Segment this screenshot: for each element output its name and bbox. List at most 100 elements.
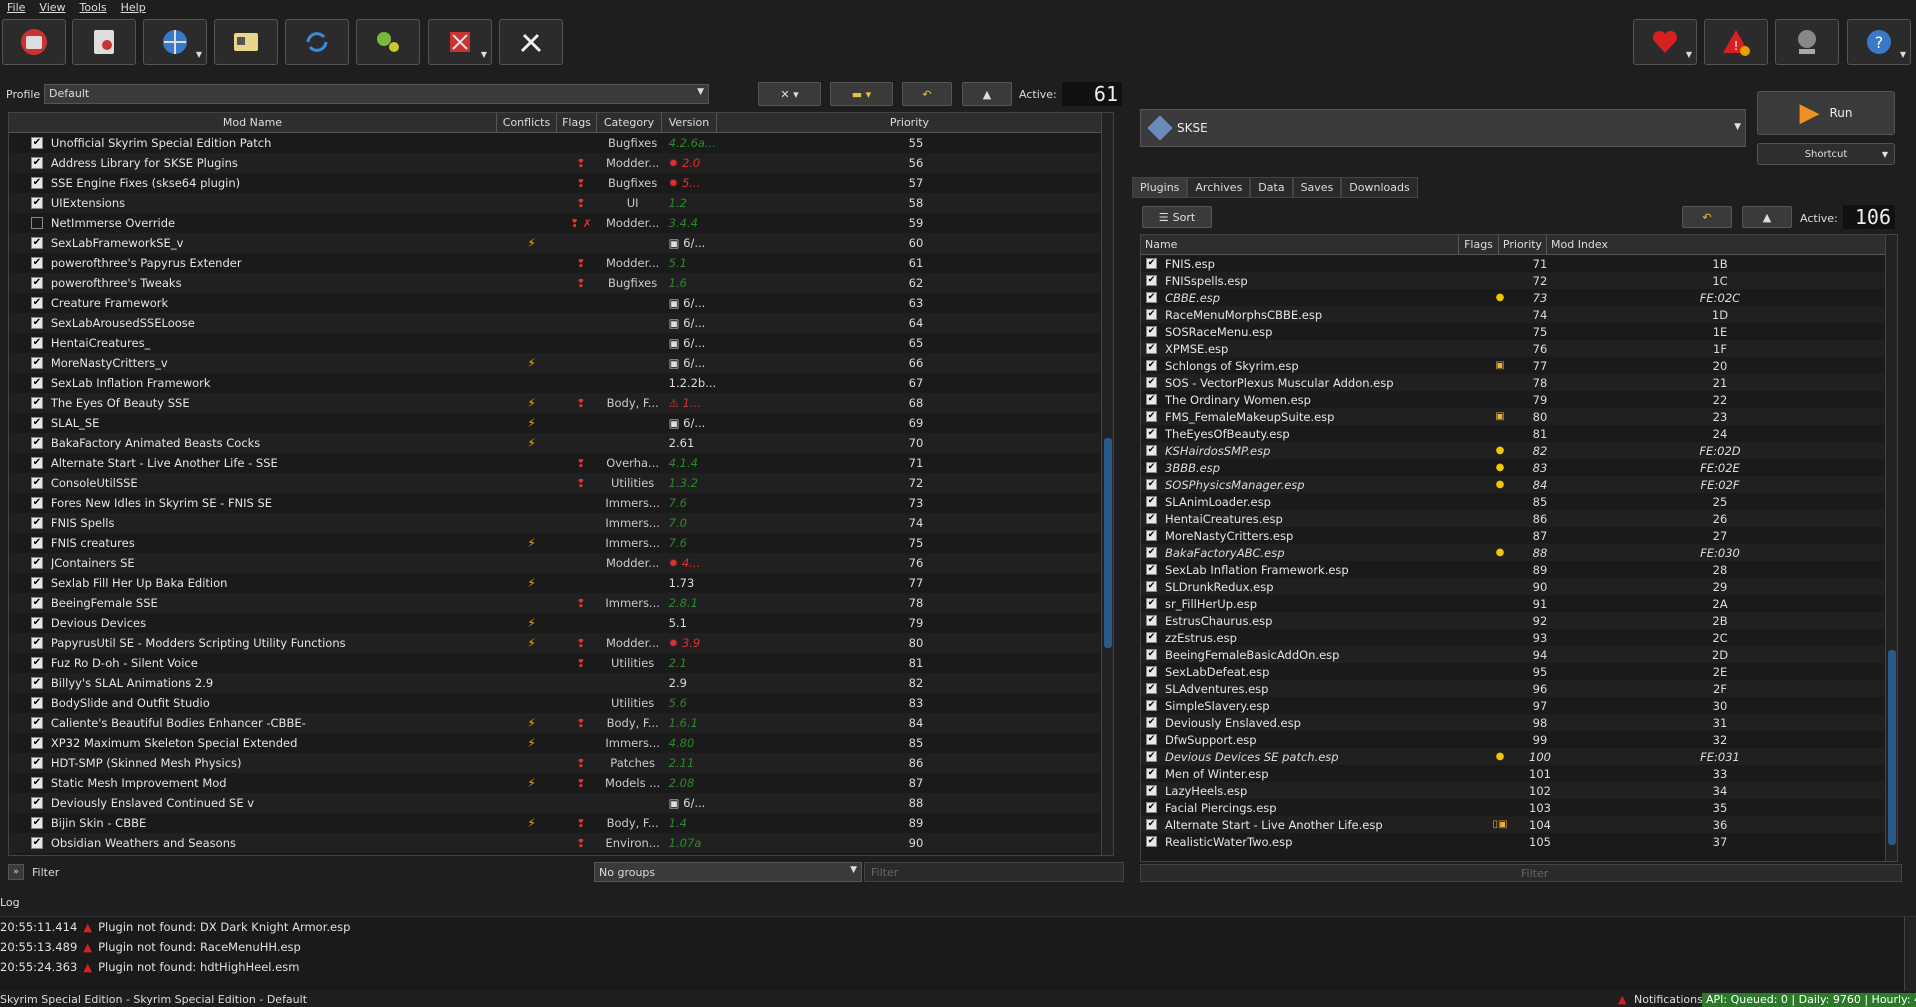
mod-row[interactable]: ✔ BodySlide and Outfit Studio Utilities 5.6… (9, 693, 1113, 713)
plugin-enabled-checkbox[interactable]: ✔ (1146, 598, 1157, 609)
mod-enabled-checkbox[interactable]: ✔ (31, 757, 43, 769)
executable-select[interactable]: SKSE ▼ (1140, 109, 1746, 147)
mod-row[interactable]: ✔ powerofthree's Tweaks ❢ Bugfixes 1.6 62 (9, 273, 1113, 293)
plugin-row[interactable]: ✔ Alternate Start - Live Another Life.esp… (1141, 816, 1897, 833)
run-button[interactable]: ▶ Run (1757, 91, 1895, 135)
plugin-row[interactable]: ✔ SLAnimLoader.esp 85 25 (1141, 493, 1897, 510)
plugin-enabled-checkbox[interactable]: ✔ (1146, 734, 1157, 745)
col-mod-name[interactable]: Mod Name (9, 113, 497, 132)
mod-row[interactable]: ✔ The Eyes Of Beauty SSE ⚡ ❢ Body, F... ⚠ 1..… (9, 393, 1113, 413)
mod-enabled-checkbox[interactable]: ✔ (31, 157, 43, 169)
mod-row[interactable]: ✔ HentaiCreatures_ ▣ 6/... 65 (9, 333, 1113, 353)
mod-enabled-checkbox[interactable]: ✔ (31, 637, 43, 649)
plugin-row[interactable]: ✔ RaceMenuMorphsCBBE.esp 74 1D (1141, 306, 1897, 323)
mod-enabled-checkbox[interactable]: ✔ (31, 537, 43, 549)
plugin-row[interactable]: ✔ The Ordinary Women.esp 79 22 (1141, 391, 1897, 408)
mod-row[interactable]: ✔ MoreNastyCritters_v ⚡ ▣ 6/... 66 (9, 353, 1113, 373)
col-flags[interactable]: Flags (557, 113, 597, 132)
mod-filter-input[interactable]: Filter (864, 862, 1124, 882)
plugin-row[interactable]: ✔ FNIS.esp 71 1B (1141, 255, 1897, 272)
mod-enabled-checkbox[interactable]: ✔ (31, 837, 43, 849)
plugin-row[interactable]: ✔ SLAdventures.esp 96 2F (1141, 680, 1897, 697)
plugin-enabled-checkbox[interactable]: ✔ (1146, 836, 1157, 847)
tab-saves[interactable]: Saves (1292, 177, 1342, 198)
plugin-enabled-checkbox[interactable]: ✔ (1146, 292, 1157, 303)
plugin-enabled-checkbox[interactable]: ✔ (1146, 479, 1157, 490)
plugin-enabled-checkbox[interactable]: ✔ (1146, 258, 1157, 269)
mod-row[interactable]: ✔ Billyy's SLAL Animations 2.9 2.9 82 (9, 673, 1113, 693)
col-plugin-priority[interactable]: Priority (1499, 235, 1547, 254)
plugin-row[interactable]: ✔ KSHairdosSMP.esp ● 82 FE:02D (1141, 442, 1897, 459)
mod-row[interactable]: ✔ Sexlab Fill Her Up Baka Edition ⚡ 1.73 77 (9, 573, 1113, 593)
mod-enabled-checkbox[interactable]: ✔ (31, 137, 43, 149)
mod-row[interactable]: ✔ Static Mesh Improvement Mod ⚡ ❢ Models ...… (9, 773, 1113, 793)
plugin-enabled-checkbox[interactable]: ✔ (1146, 326, 1157, 337)
log-scrollbar[interactable] (1904, 917, 1916, 991)
tools-button[interactable] (499, 19, 563, 65)
mod-row[interactable]: ✔ SexLabFrameworkSE_v ⚡ ▣ 6/... 60 (9, 233, 1113, 253)
mod-row[interactable]: ✔ Fuz Ro D-oh - Silent Voice ❢ Utilities 2.1… (9, 653, 1113, 673)
plugin-enabled-checkbox[interactable]: ✔ (1146, 513, 1157, 524)
plugin-row[interactable]: ✔ Men of Winter.esp 101 33 (1141, 765, 1897, 782)
plugin-enabled-checkbox[interactable]: ✔ (1146, 666, 1157, 677)
settings-button[interactable] (356, 19, 420, 65)
plugin-enabled-checkbox[interactable]: ✔ (1146, 785, 1157, 796)
plugin-row[interactable]: ✔ EstrusChaurus.esp 92 2B (1141, 612, 1897, 629)
mod-enabled-checkbox[interactable]: ✔ (31, 357, 43, 369)
plugin-row[interactable]: ✔ SLDrunkRedux.esp 90 29 (1141, 578, 1897, 595)
menu-tools[interactable]: Tools (73, 1, 114, 14)
plugin-row[interactable]: ✔ 3BBB.esp ● 83 FE:02E (1141, 459, 1897, 476)
install-archive-button[interactable] (72, 19, 136, 65)
menu-view[interactable]: View (32, 1, 72, 14)
plugin-enabled-checkbox[interactable]: ✔ (1146, 445, 1157, 456)
plugin-row[interactable]: ✔ SOSPhysicsManager.esp ● 84 FE:02F (1141, 476, 1897, 493)
change-instance-button[interactable] (2, 19, 66, 65)
plugin-list-scrollbar[interactable] (1885, 235, 1897, 861)
mod-row[interactable]: ✔ SexLabArousedSSELoose ▣ 6/... 64 (9, 313, 1113, 333)
mod-row[interactable]: ✔ Obsidian Weathers and Seasons ❢ Environ..… (9, 833, 1113, 853)
mod-enabled-checkbox[interactable]: ✔ (31, 277, 43, 289)
plugin-row[interactable]: ✔ MoreNastyCritters.esp 87 27 (1141, 527, 1897, 544)
plugin-enabled-checkbox[interactable]: ✔ (1146, 530, 1157, 541)
plugin-enabled-checkbox[interactable]: ✔ (1146, 428, 1157, 439)
menu-help[interactable]: Help (114, 1, 153, 14)
mod-row[interactable]: ✔ Devious Devices ⚡ 5.1 79 (9, 613, 1113, 633)
plugin-row[interactable]: ✔ BeeingFemaleBasicAddOn.esp 94 2D (1141, 646, 1897, 663)
tab-data[interactable]: Data (1250, 177, 1293, 198)
plugin-enabled-checkbox[interactable]: ✔ (1146, 360, 1157, 371)
plugin-enabled-checkbox[interactable]: ✔ (1146, 275, 1157, 286)
mod-enabled-checkbox[interactable] (31, 217, 43, 229)
plugin-enabled-checkbox[interactable]: ✔ (1146, 632, 1157, 643)
plugin-filter-input[interactable]: Filter (1140, 864, 1902, 882)
col-version[interactable]: Version (662, 113, 717, 132)
notifications-label[interactable]: Notifications (1634, 993, 1703, 1006)
col-plugin-flags[interactable]: Flags (1459, 235, 1499, 254)
tools-menu-button[interactable]: ✕ ▾ (758, 82, 821, 106)
plugin-enabled-checkbox[interactable]: ✔ (1146, 496, 1157, 507)
mod-enabled-checkbox[interactable]: ✔ (31, 657, 43, 669)
plugin-enabled-checkbox[interactable]: ✔ (1146, 462, 1157, 473)
mod-row[interactable]: NetImmerse Override ❢ ✗ Modder... 3.4.4 59 (9, 213, 1113, 233)
plugin-enabled-checkbox[interactable]: ✔ (1146, 683, 1157, 694)
plugin-enabled-checkbox[interactable]: ✔ (1146, 717, 1157, 728)
plugin-row[interactable]: ✔ FNISspells.esp 72 1C (1141, 272, 1897, 289)
mod-enabled-checkbox[interactable]: ✔ (31, 737, 43, 749)
plugin-enabled-checkbox[interactable]: ✔ (1146, 700, 1157, 711)
refresh-button[interactable] (285, 19, 349, 65)
mod-row[interactable]: ✔ Creature Framework ▣ 6/... 63 (9, 293, 1113, 313)
plugin-row[interactable]: ✔ TheEyesOfBeauty.esp 81 24 (1141, 425, 1897, 442)
endorse-button[interactable]: ▼ (1633, 19, 1697, 65)
mod-list-scrollbar[interactable] (1101, 113, 1113, 855)
plugin-enabled-checkbox[interactable]: ✔ (1146, 547, 1157, 558)
mod-enabled-checkbox[interactable]: ✔ (31, 777, 43, 789)
mod-row[interactable]: ✔ BeeingFemale SSE ❢ Immers... 2.8.1 78 (9, 593, 1113, 613)
profile-select[interactable]: Default ▼ (44, 84, 709, 104)
col-plugin-name[interactable]: Name (1141, 235, 1459, 254)
mod-enabled-checkbox[interactable]: ✔ (31, 497, 43, 509)
mod-row[interactable]: ✔ BakaFactory Animated Beasts Cocks ⚡ 2.61 7… (9, 433, 1113, 453)
tab-downloads[interactable]: Downloads (1341, 177, 1418, 198)
mod-enabled-checkbox[interactable]: ✔ (31, 557, 43, 569)
col-mod-index[interactable]: Mod Index (1547, 235, 1886, 254)
col-conflicts[interactable]: Conflicts (497, 113, 557, 132)
mod-enabled-checkbox[interactable]: ✔ (31, 397, 43, 409)
